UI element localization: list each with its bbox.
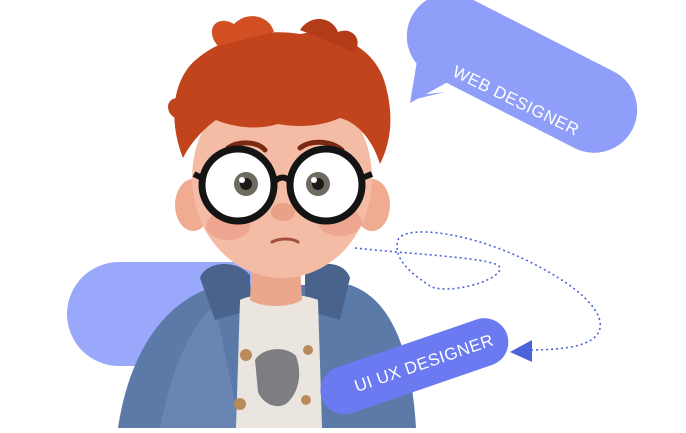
web-designer-bubble <box>406 0 638 153</box>
arrowhead-icon <box>510 340 532 362</box>
hero-illustration: WEB DESIGNER UI UX DESIGNER <box>0 0 686 428</box>
